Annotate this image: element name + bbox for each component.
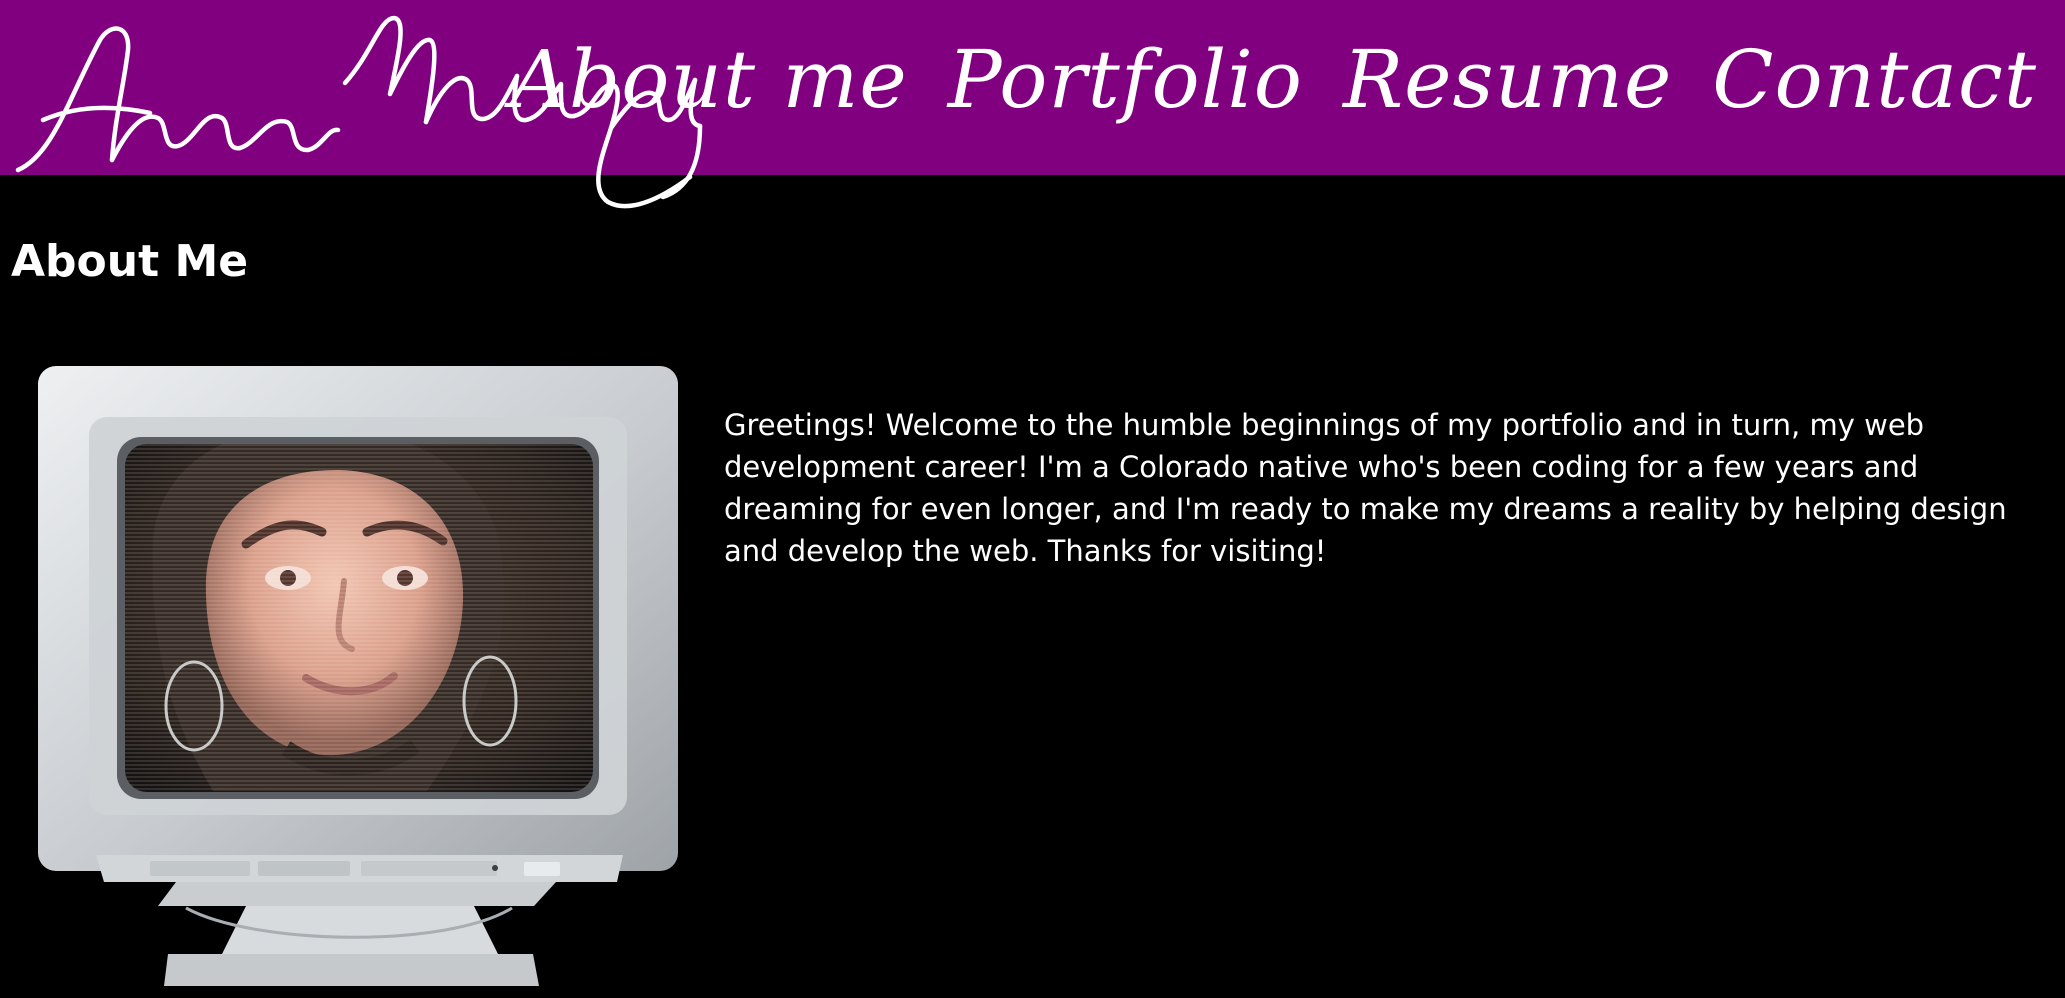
signature-logo-icon xyxy=(15,15,703,209)
page-title: About Me xyxy=(11,236,249,287)
site-header: About me Portfolio Resume Contact xyxy=(0,0,2065,209)
nav-link-contact[interactable]: Contact xyxy=(1712,40,2037,120)
about-me-paragraph: Greetings! Welcome to the humble beginni… xyxy=(724,408,2007,568)
nav-link-resume[interactable]: Resume xyxy=(1343,40,1672,120)
nav-link-portfolio[interactable]: Portfolio xyxy=(948,40,1303,120)
main-nav: About me Portfolio Resume Contact xyxy=(510,20,2037,140)
computer-monitor-portrait-icon xyxy=(38,366,678,986)
profile-photo xyxy=(38,356,686,988)
logo[interactable] xyxy=(8,0,718,218)
